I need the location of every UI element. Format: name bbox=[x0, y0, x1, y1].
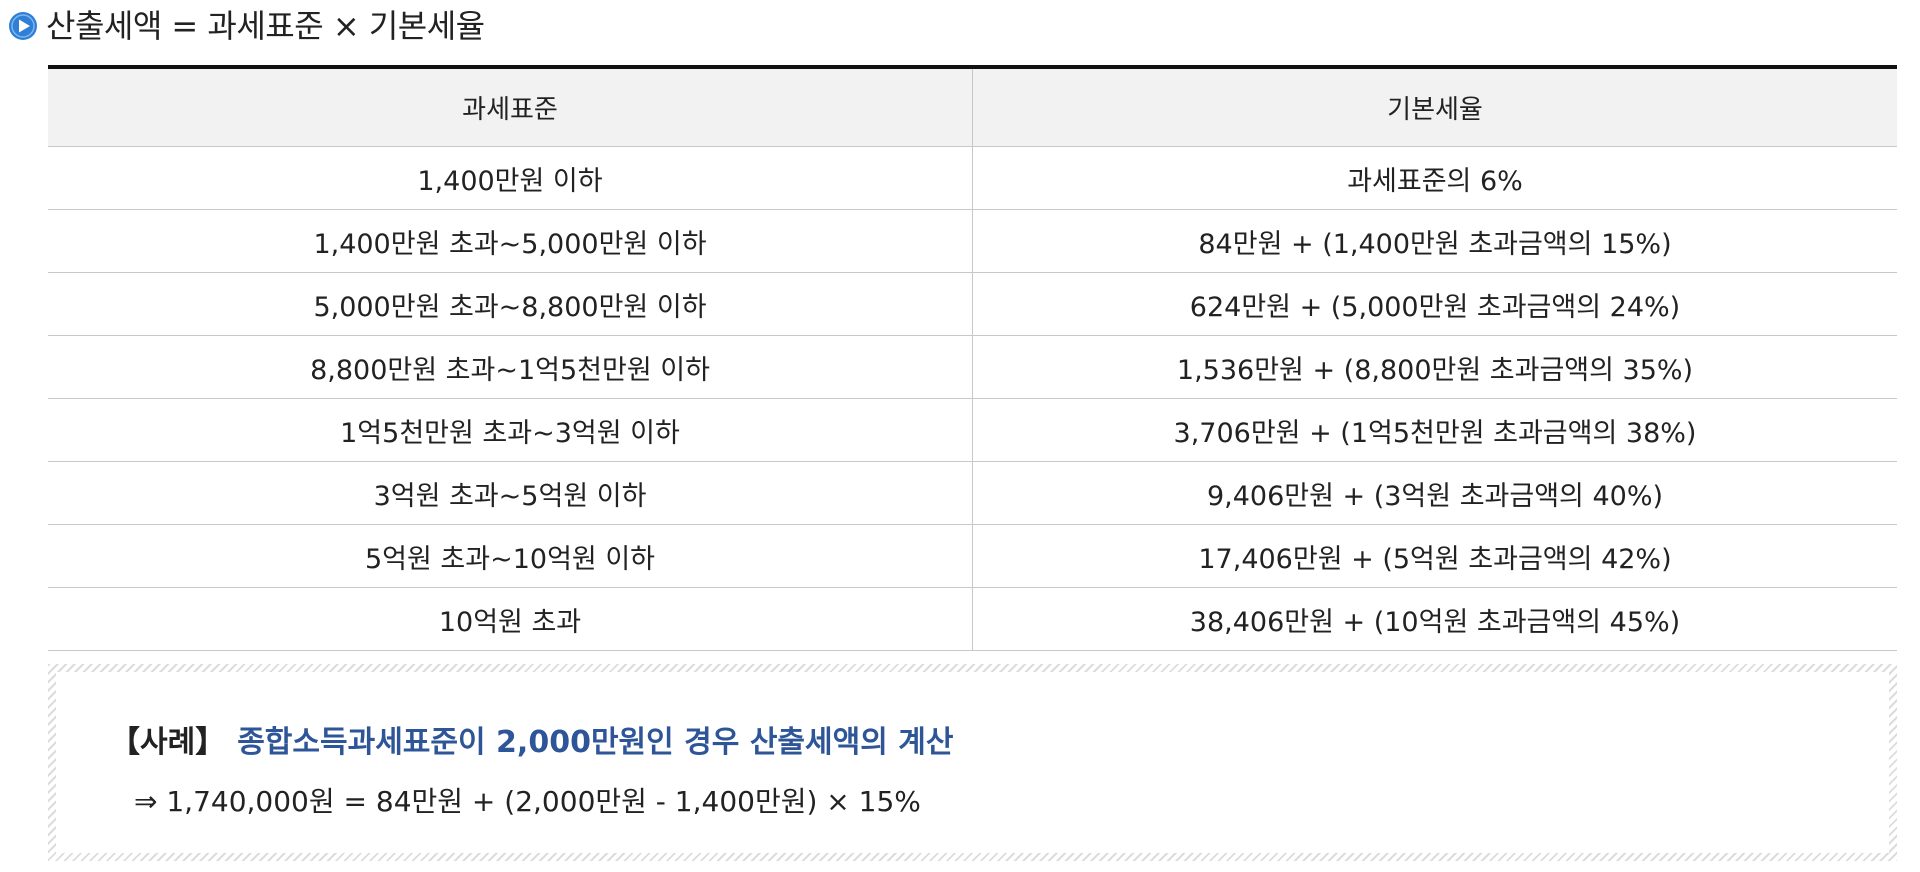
table-row: 1,400만원 이하 과세표준의 6% bbox=[48, 146, 1897, 210]
example-title: 【사례】 종합소득과세표준이 2,000만원인 경우 산출세액의 계산 bbox=[110, 717, 953, 761]
tax-base-cell: 5억원 초과~10억원 이하 bbox=[48, 524, 973, 588]
tax-rate-cell: 과세표준의 6% bbox=[972, 146, 1897, 210]
tax-rate-cell: 9,406만원 + (3억원 초과금액의 40%) bbox=[972, 461, 1897, 525]
section-title: 산출세액 = 과세표준 × 기본세율 bbox=[46, 7, 485, 45]
table-row: 1,400만원 초과~5,000만원 이하 84만원 + (1,400만원 초과… bbox=[48, 209, 1897, 273]
tax-rate-cell: 17,406만원 + (5억원 초과금액의 42%) bbox=[972, 524, 1897, 588]
play-circle-icon bbox=[9, 12, 37, 40]
header-basic-rate: 기본세율 bbox=[972, 67, 1897, 147]
tax-base-cell: 1,400만원 이하 bbox=[48, 146, 973, 210]
section-heading: 산출세액 = 과세표준 × 기본세율 bbox=[8, 0, 485, 48]
table-row: 8,800만원 초과~1억5천만원 이하 1,536만원 + (8,800만원 … bbox=[48, 335, 1897, 399]
tax-rate-cell: 1,536만원 + (8,800만원 초과금액의 35%) bbox=[972, 335, 1897, 399]
table-row: 10억원 초과 38,406만원 + (10억원 초과금액의 45%) bbox=[48, 587, 1897, 651]
table-header-row: 과세표준 기본세율 bbox=[48, 67, 1897, 147]
tax-base-cell: 3억원 초과~5억원 이하 bbox=[48, 461, 973, 525]
example-formula: ⇒ 1,740,000원 = 84만원 + (2,000만원 - 1,400만원… bbox=[134, 785, 921, 818]
example-box: 【사례】 종합소득과세표준이 2,000만원인 경우 산출세액의 계산 ⇒ 1,7… bbox=[48, 664, 1897, 861]
tax-rate-cell: 84만원 + (1,400만원 초과금액의 15%) bbox=[972, 209, 1897, 273]
table-row: 1억5천만원 초과~3억원 이하 3,706만원 + (1억5천만원 초과금액의… bbox=[48, 398, 1897, 462]
example-content: 【사례】 종합소득과세표준이 2,000만원인 경우 산출세액의 계산 ⇒ 1,7… bbox=[56, 672, 1889, 853]
header-tax-base: 과세표준 bbox=[48, 67, 973, 147]
table-row: 5,000만원 초과~8,800만원 이하 624만원 + (5,000만원 초… bbox=[48, 272, 1897, 336]
tax-rate-cell: 3,706만원 + (1억5천만원 초과금액의 38%) bbox=[972, 398, 1897, 462]
tax-base-cell: 10억원 초과 bbox=[48, 587, 973, 651]
example-headline: 종합소득과세표준이 2,000만원인 경우 산출세액의 계산 bbox=[237, 725, 954, 760]
example-label: 【사례】 bbox=[110, 725, 226, 760]
tax-base-cell: 1,400만원 초과~5,000만원 이하 bbox=[48, 209, 973, 273]
tax-rate-cell: 624만원 + (5,000만원 초과금액의 24%) bbox=[972, 272, 1897, 336]
tax-base-cell: 8,800만원 초과~1억5천만원 이하 bbox=[48, 335, 973, 399]
tax-rate-table: 과세표준 기본세율 1,400만원 이하 과세표준의 6% 1,400만원 초과… bbox=[48, 65, 1897, 651]
table-row: 3억원 초과~5억원 이하 9,406만원 + (3억원 초과금액의 40%) bbox=[48, 461, 1897, 525]
tax-rate-cell: 38,406만원 + (10억원 초과금액의 45%) bbox=[972, 587, 1897, 651]
table-row: 5억원 초과~10억원 이하 17,406만원 + (5억원 초과금액의 42%… bbox=[48, 524, 1897, 588]
tax-base-cell: 1억5천만원 초과~3억원 이하 bbox=[48, 398, 973, 462]
tax-base-cell: 5,000만원 초과~8,800만원 이하 bbox=[48, 272, 973, 336]
